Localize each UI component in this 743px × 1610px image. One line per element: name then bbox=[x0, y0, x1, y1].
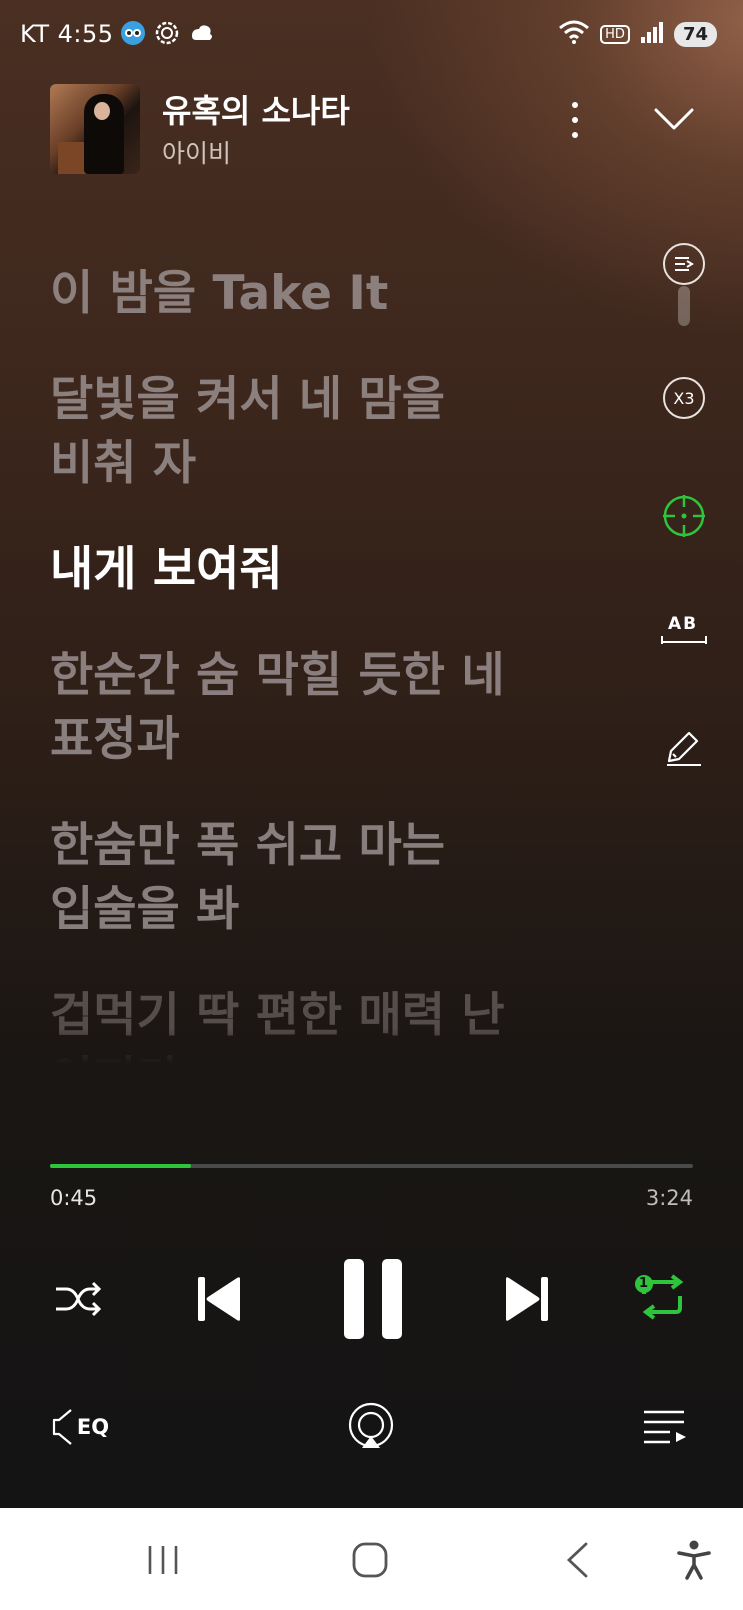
lyric-size-button[interactable]: X3 bbox=[660, 374, 708, 422]
lyric-size-label: X3 bbox=[663, 377, 705, 419]
translate-button[interactable]: AB bbox=[660, 608, 708, 656]
lyric-line-active[interactable]: 내게 보여줘 bbox=[50, 538, 610, 602]
cast-button[interactable] bbox=[346, 1402, 396, 1452]
back-icon bbox=[566, 1542, 588, 1578]
lyric-line[interactable]: 겁먹기 딱 편한 매력 난 이지만 bbox=[50, 984, 610, 1064]
skip-previous-icon bbox=[198, 1277, 240, 1321]
lyrics-scroll-handle[interactable] bbox=[678, 286, 690, 326]
lyric-line[interactable]: 한순간 숨 막힐 듯한 네 표정과 bbox=[50, 644, 610, 772]
signal-icon bbox=[640, 21, 664, 47]
status-bar: KT 4:55 HD 74 bbox=[0, 0, 743, 70]
lyric-line[interactable]: 이 밤을 Take It bbox=[50, 262, 610, 326]
crosshair-icon bbox=[663, 495, 705, 537]
battery-indicator: 74 bbox=[673, 21, 717, 47]
notification-icons bbox=[120, 20, 214, 46]
translate-icon: AB bbox=[660, 614, 708, 650]
elapsed-time: 0:45 bbox=[50, 1186, 98, 1210]
queue-icon bbox=[644, 1410, 686, 1444]
previous-button[interactable] bbox=[190, 1270, 248, 1328]
song-title[interactable]: 유혹의 소나타 bbox=[162, 86, 350, 132]
pause-icon bbox=[344, 1259, 402, 1339]
repeat-one-button[interactable]: 1 bbox=[634, 1272, 690, 1322]
settings-notification-icon bbox=[154, 20, 180, 46]
hd-voice-icon: HD bbox=[600, 24, 630, 44]
lyrics-view[interactable]: 이 밤을 Take It 달빛을 켜서 네 맘을 비춰 자 내게 보여줘 한순간… bbox=[50, 262, 610, 1106]
player-screen: KT 4:55 HD 74 유혹의 소나타 아이비 이 밤을 Take It 달… bbox=[0, 0, 743, 1508]
home-icon bbox=[352, 1542, 388, 1578]
system-nav-bar bbox=[0, 1508, 743, 1610]
speaker-eq-icon bbox=[52, 1409, 72, 1445]
shuffle-icon bbox=[56, 1281, 102, 1317]
collapse-chevron-icon[interactable] bbox=[652, 104, 696, 134]
status-time: KT 4:55 bbox=[20, 20, 114, 48]
back-button[interactable] bbox=[562, 1538, 592, 1582]
playlist-button[interactable] bbox=[640, 1402, 690, 1450]
repeat-one-badge: 1 bbox=[639, 1276, 649, 1291]
more-options-icon[interactable] bbox=[560, 102, 590, 146]
artist-name[interactable]: 아이비 bbox=[162, 134, 231, 170]
highlight-lyric-button[interactable] bbox=[660, 720, 708, 768]
accessibility-icon bbox=[677, 1540, 711, 1580]
home-button[interactable] bbox=[350, 1538, 390, 1582]
album-art[interactable] bbox=[50, 84, 140, 174]
pen-icon bbox=[667, 731, 701, 766]
recent-apps-button[interactable] bbox=[146, 1538, 180, 1582]
seek-bar[interactable] bbox=[50, 1164, 693, 1168]
equalizer-button[interactable]: EQ bbox=[48, 1406, 112, 1448]
seek-bar-fill bbox=[50, 1164, 192, 1168]
eq-label: EQ bbox=[76, 1415, 110, 1439]
recent-apps-icon bbox=[148, 1546, 178, 1574]
sync-position-button[interactable] bbox=[660, 492, 708, 540]
list-arrow-icon bbox=[663, 243, 705, 285]
lyrics-list-button[interactable] bbox=[660, 240, 708, 288]
total-time: 3:24 bbox=[645, 1186, 693, 1210]
shuffle-button[interactable] bbox=[50, 1276, 106, 1322]
accessibility-button[interactable] bbox=[676, 1538, 712, 1582]
lyric-line[interactable]: 달빛을 켜서 네 맘을 비춰 자 bbox=[50, 368, 610, 496]
skip-next-icon bbox=[506, 1277, 548, 1321]
cloud-notification-icon bbox=[188, 20, 214, 46]
lyric-line[interactable]: 한숨만 푹 쉬고 마는 입술을 봐 bbox=[50, 814, 610, 942]
status-right: HD 74 bbox=[558, 20, 717, 48]
app-notification-icon bbox=[120, 20, 146, 46]
pause-button[interactable] bbox=[337, 1256, 409, 1342]
airplay-icon bbox=[348, 1402, 394, 1448]
wifi-icon bbox=[558, 20, 590, 48]
next-button[interactable] bbox=[498, 1270, 556, 1328]
